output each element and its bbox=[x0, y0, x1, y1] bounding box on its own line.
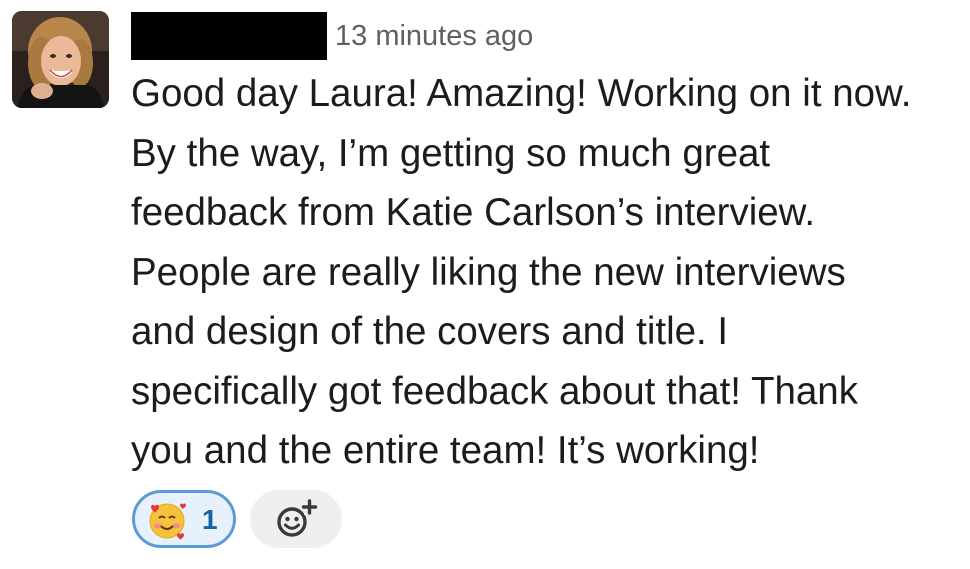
message-body: Good day Laura! Amazing! Working on it n… bbox=[131, 64, 961, 481]
message-line: feedback from Katie Carlson’s interview. bbox=[131, 191, 816, 234]
message-line: By the way, I’m getting so much great bbox=[131, 131, 771, 175]
avatar[interactable] bbox=[12, 11, 109, 108]
message-line: and design of the covers and title. I bbox=[131, 310, 729, 353]
chat-message: 13 minutes ago Good day Laura! Amazing! … bbox=[0, 0, 970, 569]
message-timestamp[interactable]: 13 minutes ago bbox=[335, 16, 533, 56]
add-reaction-button[interactable] bbox=[250, 490, 342, 548]
avatar-photo bbox=[12, 11, 109, 108]
add-reaction-icon bbox=[277, 499, 318, 537]
reaction-pill[interactable]: 1 bbox=[132, 490, 236, 548]
message-line: you and the entire team! It’s working! bbox=[131, 429, 760, 472]
reaction-count: 1 bbox=[202, 504, 218, 535]
message-line: People are really liking the new intervi… bbox=[131, 250, 846, 294]
message-line: Good day Laura! Amazing! Working on it n… bbox=[131, 72, 912, 115]
smiling-face-with-hearts-icon bbox=[146, 499, 188, 541]
sender-name-redacted bbox=[131, 12, 327, 60]
message-line: specifically got feedback about that! Th… bbox=[131, 369, 858, 413]
